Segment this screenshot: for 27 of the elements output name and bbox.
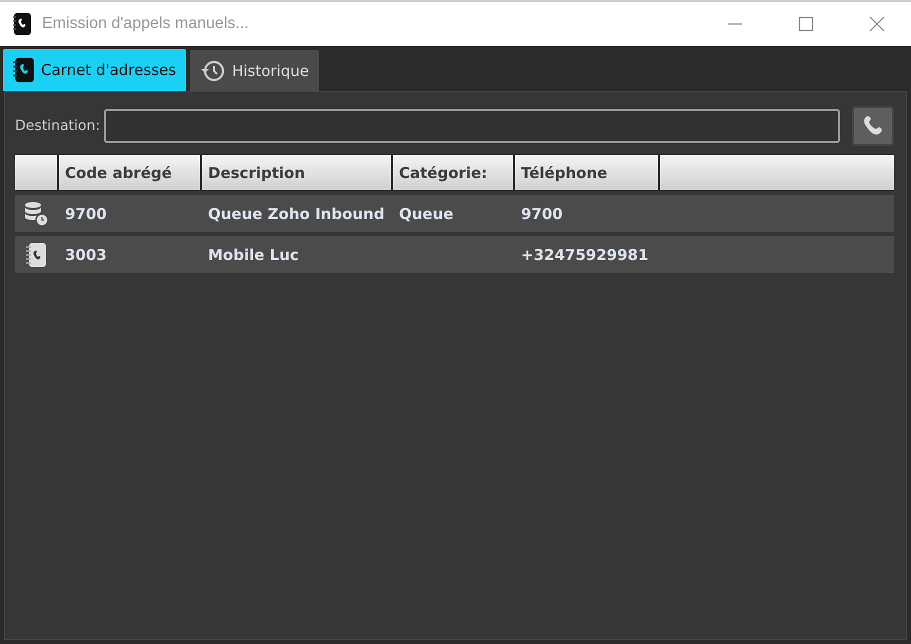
- history-icon: [200, 58, 226, 82]
- table-row[interactable]: 9700 Queue Zoho Inbound Queue 9700: [15, 195, 894, 232]
- column-header: [15, 155, 57, 190]
- maximize-icon[interactable]: [798, 16, 814, 32]
- destination-field[interactable]: [104, 109, 840, 143]
- destination-label: Destination:: [15, 118, 100, 134]
- table-cell: Queue Zoho Inbound: [208, 204, 384, 222]
- table-cell: 9700: [521, 204, 563, 222]
- window-title: Emission d'appels manuels...: [42, 15, 249, 33]
- call-button[interactable]: [852, 106, 894, 146]
- address-book-icon: [13, 57, 35, 83]
- table-cell: Queue: [399, 204, 454, 222]
- table-cell: Mobile Luc: [208, 246, 299, 264]
- address-book-icon: [24, 242, 48, 268]
- tab[interactable]: Historique: [190, 50, 319, 91]
- table-row[interactable]: 3003 Mobile Luc +32475929981: [15, 236, 894, 273]
- close-icon[interactable]: [869, 16, 885, 32]
- table-cell: +32475929981: [521, 246, 648, 264]
- database-clock-icon: [23, 200, 49, 226]
- column-header[interactable]: Description: [202, 155, 391, 190]
- column-header[interactable]: Téléphone: [515, 155, 658, 190]
- table-cell: 3003: [65, 246, 107, 264]
- column-header[interactable]: Catégorie:: [393, 155, 513, 190]
- address-book-icon: [12, 13, 32, 35]
- table-cell: 9700: [65, 204, 107, 222]
- tab[interactable]: Carnet d'adresses: [3, 49, 186, 91]
- column-header[interactable]: Code abrégé: [59, 155, 200, 190]
